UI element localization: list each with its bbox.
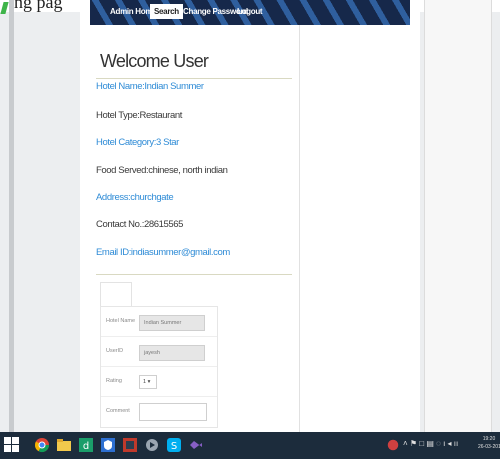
windows-start-icon[interactable] <box>4 437 20 453</box>
tray-app-icon[interactable] <box>386 438 400 452</box>
nav-logout[interactable]: Logout <box>233 4 266 19</box>
divider-bottom <box>96 274 292 275</box>
rating-form: Hotel Name Indian Summer UserID jayesh R… <box>100 282 220 438</box>
system-tray-icons[interactable]: ˄ ⚑ □ ▤ ◌ ı ◂ ıı <box>403 439 458 448</box>
hotel-name: Hotel Name:Indian Summer <box>96 81 204 92</box>
comment-input[interactable] <box>139 403 207 421</box>
form-row-comment: Comment <box>101 397 217 427</box>
security-shield-icon[interactable] <box>100 437 116 453</box>
svg-text:S: S <box>171 441 177 452</box>
form-table: Hotel Name Indian Summer UserID jayesh R… <box>100 306 218 428</box>
clock-date: 26-03-2016 <box>478 444 500 450</box>
svg-text:d: d <box>83 441 89 452</box>
nav-search[interactable]: Search <box>150 4 183 19</box>
page-title: Welcome User <box>100 51 209 71</box>
skype-icon[interactable]: S <box>166 437 182 453</box>
userid-field[interactable]: jayesh <box>139 345 205 361</box>
userid-label: UserID <box>106 348 124 354</box>
hotel-address: Address:churchgate <box>96 192 174 203</box>
hotel-category: Hotel Category:3 Star <box>96 137 179 148</box>
media-player-icon[interactable] <box>144 437 160 453</box>
main-content: Welcome User Hotel Name:Indian Summer Ho… <box>90 25 300 432</box>
comment-label: Comment <box>106 408 130 414</box>
left-scrollbar[interactable] <box>9 0 14 432</box>
file-explorer-icon[interactable] <box>56 437 72 453</box>
top-nav: Admin Home Search Change Password Logout <box>90 0 410 25</box>
email-id: Email ID:indiasummer@gmail.com <box>96 247 230 258</box>
photo-app-icon[interactable] <box>122 437 138 453</box>
form-row-rating: Rating 1 ▾ <box>101 367 217 397</box>
form-row-hotel-name: Hotel Name Indian Summer <box>101 307 217 337</box>
page-area: Admin Home Search Change Password Logout… <box>80 0 420 432</box>
hotel-name-field[interactable]: Indian Summer <box>139 315 205 331</box>
taskbar-clock[interactable]: 19:20 26-03-2016 <box>478 435 500 451</box>
visual-studio-icon[interactable] <box>188 437 204 453</box>
clock-time: 19:20 <box>482 436 496 442</box>
hotel-name-label: Hotel Name <box>106 318 136 324</box>
form-tab <box>100 282 132 306</box>
browser-logo-icon <box>0 2 9 14</box>
food-served: Food Served:chinese, north indian <box>96 165 228 176</box>
browser-title-fragment: ng pag <box>14 0 63 12</box>
form-row-userid: UserID jayesh <box>101 337 217 367</box>
right-gutter <box>424 0 492 432</box>
rating-label: Rating <box>106 378 122 384</box>
rating-select[interactable]: 1 ▾ <box>139 375 157 389</box>
hotel-type: Hotel Type:Restaurant <box>96 110 182 121</box>
divider-top <box>96 78 292 79</box>
app-d-icon[interactable]: d <box>78 437 94 453</box>
windows-taskbar: d S ˄ ⚑ □ ▤ ◌ ı ◂ ıı 19:20 26-03-2016 <box>0 432 500 459</box>
chrome-icon[interactable] <box>34 437 50 453</box>
contact-number: Contact No.:28615565 <box>96 219 184 230</box>
